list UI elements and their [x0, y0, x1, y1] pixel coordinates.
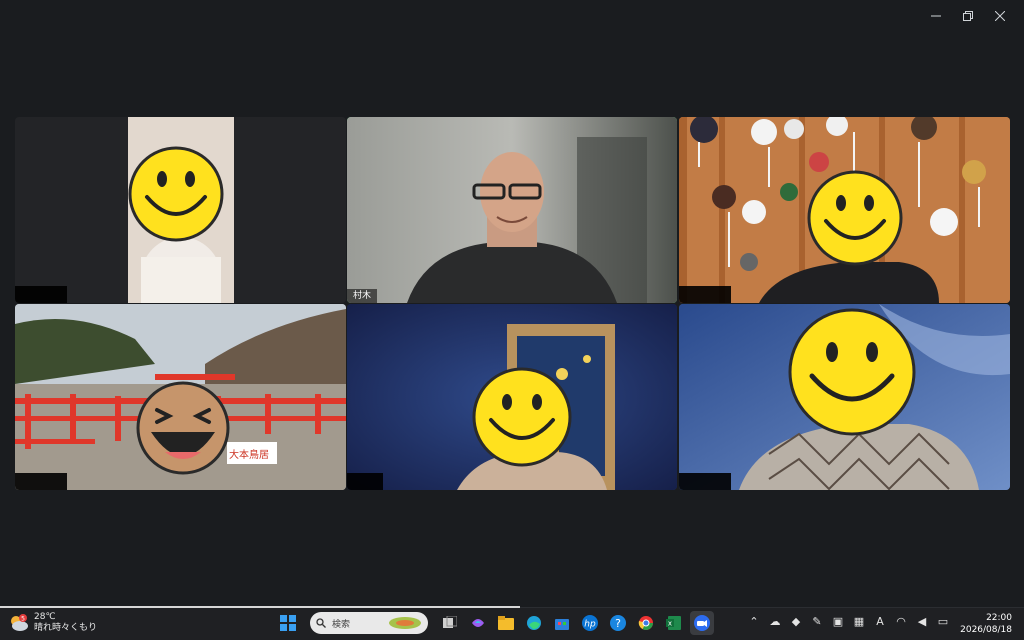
- excel-icon: x: [666, 616, 681, 630]
- name-tag: 村木: [347, 289, 378, 303]
- smiley-icon: [788, 308, 916, 436]
- chip-icon: ▦: [853, 614, 865, 628]
- wifi-button[interactable]: ◠: [894, 614, 908, 628]
- face-cover-laughing: [135, 380, 231, 476]
- battery-button[interactable]: ▭: [936, 614, 950, 628]
- search-placeholder: 検索: [332, 619, 351, 630]
- close-icon: [995, 11, 1005, 21]
- pen-icon: ✎: [812, 614, 822, 628]
- face-cover-smiley: [786, 306, 918, 438]
- windows-start-icon: [280, 615, 296, 631]
- smiley-icon: [128, 146, 224, 242]
- help-button[interactable]: ?: [606, 611, 630, 635]
- update-icon: ▣: [832, 614, 844, 628]
- hp-icon: hp: [582, 615, 598, 631]
- name-tag: [15, 473, 67, 490]
- face-cover-smiley: [806, 169, 904, 267]
- dropbox-icon: ◆: [791, 614, 801, 628]
- taskbar: 5 28℃ 晴れ時々くもり 検索 hp ? x ⌃ ☁ ◆ ✎ ▣ ▦ A ◠ …: [0, 606, 1024, 640]
- window-controls: [920, 6, 1016, 26]
- participant-tile[interactable]: [679, 304, 1010, 490]
- minimize-button[interactable]: [920, 6, 952, 26]
- participant-video: [347, 117, 677, 303]
- help-icon: ?: [610, 615, 626, 631]
- start-button[interactable]: [276, 611, 300, 635]
- weather-badge: 5: [21, 616, 25, 623]
- chevron-up-icon: ⌃: [749, 614, 759, 628]
- weather-temp: 28℃: [34, 612, 56, 622]
- chrome-button[interactable]: [634, 611, 658, 635]
- smiley-icon: [472, 367, 572, 467]
- weather-desc: 晴れ時々くもり: [34, 623, 98, 633]
- copilot-icon: [472, 619, 484, 627]
- ime-indicator[interactable]: A: [873, 614, 887, 628]
- svg-text:?: ?: [615, 617, 621, 630]
- restore-button[interactable]: [952, 6, 984, 26]
- participant-tile[interactable]: [679, 117, 1010, 303]
- weather-widget[interactable]: 5 28℃ 晴れ時々くもり: [8, 612, 97, 634]
- edge-icon: [527, 616, 541, 630]
- system-tray: ⌃ ☁ ◆ ✎ ▣ ▦ A ◠ ◀ ▭: [747, 614, 950, 628]
- name-tag: [15, 286, 67, 303]
- cloud-tray-button[interactable]: ☁: [768, 614, 782, 628]
- show-hidden-icons-button[interactable]: ⌃: [747, 614, 761, 628]
- pen-tray-button[interactable]: ✎: [810, 614, 824, 628]
- restore-icon: [963, 11, 973, 21]
- edge-button[interactable]: [522, 611, 546, 635]
- update-tray-button[interactable]: ▣: [831, 614, 845, 628]
- weather-icon: 5: [11, 614, 28, 631]
- hardware-tray-button[interactable]: ▦: [852, 614, 866, 628]
- sign-text: 大本鳥居: [229, 450, 269, 461]
- taskbar-search-box[interactable]: 検索: [310, 612, 428, 634]
- chrome-icon: [638, 616, 653, 630]
- file-explorer-button[interactable]: [494, 611, 518, 635]
- participant-tile[interactable]: [347, 304, 677, 490]
- taskbar-pinned-apps: 検索 hp ? x: [276, 611, 714, 635]
- svg-text:x: x: [668, 620, 672, 628]
- task-view-button[interactable]: [438, 611, 462, 635]
- svg-text:hp: hp: [584, 620, 596, 630]
- battery-icon: ▭: [937, 614, 949, 628]
- video-gallery: 村木 大本鳥居: [15, 117, 1010, 490]
- minimize-icon: [931, 15, 941, 17]
- store-button[interactable]: [550, 611, 574, 635]
- file-explorer-icon: [498, 616, 514, 630]
- copilot-button[interactable]: [466, 611, 490, 635]
- volume-button[interactable]: ◀: [915, 614, 929, 628]
- search-highlight-icon: [389, 617, 421, 629]
- clock-time: 22:00: [986, 613, 1012, 623]
- name-tag: [679, 473, 731, 490]
- face-cover-smiley: [127, 145, 225, 243]
- zoom-icon: [694, 615, 710, 631]
- dropbox-tray-button[interactable]: ◆: [789, 614, 803, 628]
- cloud-icon: ☁: [769, 614, 781, 628]
- search-icon: [316, 618, 326, 628]
- face-cover-smiley: [471, 366, 573, 468]
- name-tag: [679, 286, 731, 303]
- excel-button[interactable]: x: [662, 611, 686, 635]
- name-tag: [347, 473, 383, 490]
- taskbar-clock[interactable]: 22:00 2026/08/18: [960, 612, 1012, 636]
- clock-date: 2026/08/18: [960, 625, 1012, 635]
- wifi-icon: ◠: [896, 614, 906, 628]
- store-icon: [555, 619, 569, 630]
- task-view-icon: [443, 616, 457, 628]
- smiley-icon: [807, 170, 903, 266]
- zoom-button[interactable]: [690, 611, 714, 635]
- participant-tile[interactable]: [15, 117, 346, 303]
- taskbar-divider: [0, 606, 520, 608]
- participant-tile[interactable]: 大本鳥居: [15, 304, 346, 490]
- close-button[interactable]: [984, 6, 1016, 26]
- hp-button[interactable]: hp: [578, 611, 602, 635]
- participant-tile-active-speaker[interactable]: 村木: [347, 117, 677, 303]
- laughing-face-icon: [136, 381, 230, 475]
- speaker-icon: ◀: [917, 614, 927, 628]
